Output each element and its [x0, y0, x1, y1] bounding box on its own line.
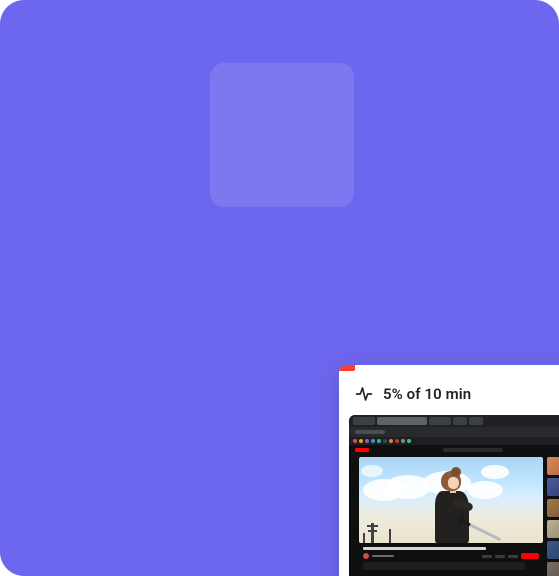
- browser-tab: [453, 417, 467, 425]
- figure-face: [448, 477, 459, 489]
- left-gutter: [349, 455, 357, 576]
- placeholder-square: [210, 63, 354, 207]
- action-chip: [482, 555, 492, 558]
- extension-icon: [377, 439, 381, 443]
- tower-silhouette: [389, 529, 391, 543]
- related-thumbnail: [547, 562, 559, 576]
- tower-silhouette: [371, 523, 374, 543]
- related-thumbnail: [547, 520, 559, 538]
- video-channel-row: [363, 553, 539, 559]
- related-thumbnail: [547, 541, 559, 559]
- related-thumbnail: [547, 478, 559, 496]
- browser-url-bar: [349, 427, 559, 437]
- description-box: [363, 562, 525, 570]
- related-thumbnail: [547, 457, 559, 475]
- subscribe-button: [521, 553, 539, 559]
- browser-tab: [469, 417, 483, 425]
- related-thumbnail: [547, 499, 559, 517]
- popup-header: 5% of 10 min: [339, 371, 559, 415]
- extension-icon: [365, 439, 369, 443]
- usage-title: 5% of 10 min: [383, 385, 471, 403]
- video-sidebar: [545, 455, 559, 576]
- character-figure: [421, 465, 485, 543]
- video-page-body: [349, 455, 559, 576]
- channel-name-line: [372, 555, 394, 557]
- video-player: [359, 457, 543, 543]
- figure-hair-bun: [451, 467, 461, 477]
- extension-icon: [383, 439, 387, 443]
- video-site-header: [349, 445, 559, 455]
- extension-icon: [359, 439, 363, 443]
- site-logo: [355, 448, 369, 452]
- channel-avatar: [363, 553, 369, 559]
- browser-screenshot: [349, 415, 559, 576]
- url-text: [355, 430, 385, 434]
- cloud-shape: [481, 465, 509, 479]
- browser-tab-strip: [349, 415, 559, 427]
- extension-icon: [395, 439, 399, 443]
- video-meta: [359, 543, 543, 576]
- activity-icon: [355, 385, 373, 403]
- browser-tab: [377, 417, 427, 425]
- action-chip: [508, 555, 518, 558]
- browser-tab: [429, 417, 451, 425]
- action-chip: [495, 555, 505, 558]
- usage-popup: 5% of 10 min: [339, 365, 559, 576]
- extension-icon: [389, 439, 393, 443]
- video-title-line: [363, 547, 486, 550]
- browser-tab: [353, 417, 375, 425]
- tower-silhouette: [363, 533, 365, 543]
- search-bar: [443, 448, 503, 452]
- cloud-shape: [361, 465, 383, 477]
- extension-icon: [353, 439, 357, 443]
- extension-icon: [401, 439, 405, 443]
- figure-body: [435, 491, 469, 543]
- extension-row: [349, 437, 559, 445]
- background-canvas: 5% of 10 min: [0, 0, 559, 576]
- extension-icon: [407, 439, 411, 443]
- extension-icon: [371, 439, 375, 443]
- video-main-column: [357, 455, 545, 576]
